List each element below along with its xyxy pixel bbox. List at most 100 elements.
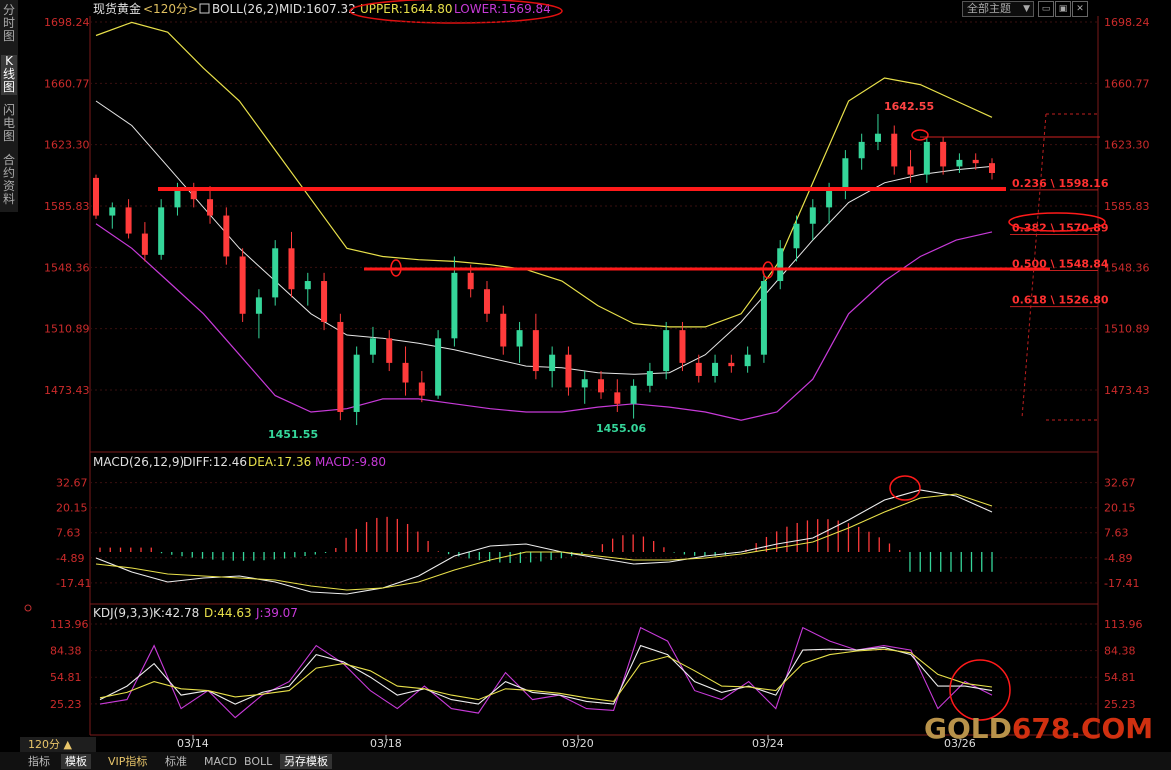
main-grid <box>90 21 1098 391</box>
kdj-k-line <box>99 644 993 705</box>
macd-tick-left: -4.89 <box>56 552 84 565</box>
price-tick-left: 1698.24 <box>44 16 90 29</box>
price-tick-left: 1585.83 <box>44 200 90 213</box>
candle-body <box>940 141 947 167</box>
macd-histogram <box>99 516 993 572</box>
candle-body <box>532 330 539 372</box>
minimize-icon[interactable]: ▭ <box>1038 1 1054 17</box>
theme-select-label: 全部主题 <box>967 2 1011 15</box>
macd-diff-line <box>95 489 993 595</box>
candle-body <box>760 281 767 355</box>
macd-dea-line <box>95 493 993 591</box>
instrument-name: 现货黄金 <box>93 1 141 16</box>
tab-template[interactable]: 模板 <box>61 754 91 769</box>
macd-tick-right: -4.89 <box>1104 552 1132 565</box>
main-axis-left: 1698.24 1660.77 1623.30 1585.83 1548.36 1510.… <box>44 16 90 397</box>
tab-save-template[interactable]: 另存模板 <box>280 754 332 769</box>
candle-body <box>712 362 719 376</box>
candle-body <box>679 330 686 363</box>
candle-body <box>353 354 360 412</box>
date-label: 03/24 <box>752 737 784 750</box>
macd-diff: DIFF:12.46 <box>183 455 247 469</box>
candle-body <box>369 338 376 355</box>
candle-body <box>891 133 898 167</box>
date-label: 03/20 <box>562 737 594 750</box>
close-icon[interactable]: ✕ <box>1072 1 1088 17</box>
kdj-d: D:44.63 <box>204 606 252 620</box>
low-price-label-1: 1451.55 <box>268 428 318 441</box>
kdj-settings-icon[interactable] <box>24 604 32 612</box>
macd-tick-left: 32.67 <box>56 477 88 490</box>
macd-tick-right: 32.67 <box>1104 477 1136 490</box>
candle-body <box>598 379 605 393</box>
low-price-label-2: 1455.06 <box>596 422 646 435</box>
candle-body <box>777 248 784 282</box>
bottom-tabbar: 指标 模板 VIP指标 标准 MACD BOLL 另存模板 <box>0 752 1171 770</box>
candle-body <box>549 354 556 372</box>
candle-body <box>663 330 670 372</box>
period-button[interactable]: 120分 ▲ <box>20 737 96 752</box>
kdj-tick-right: 25.23 <box>1104 698 1136 711</box>
macd-tick-right: -17.41 <box>1104 577 1139 590</box>
boll-lower-line <box>95 223 993 421</box>
candle-body <box>956 159 963 167</box>
price-tick-right: 1585.83 <box>1104 200 1150 213</box>
watermark-logo: GOLD678.COM <box>924 712 1154 745</box>
candle-body <box>418 382 425 396</box>
candle-body <box>500 313 507 347</box>
kdj-tick-left: 54.81 <box>50 671 82 684</box>
tab-boll[interactable]: BOLL <box>240 754 276 769</box>
candle-body <box>826 190 833 208</box>
candle-body <box>109 207 116 216</box>
macd-tick-left: -17.41 <box>56 577 91 590</box>
price-tick-right: 1510.89 <box>1104 323 1150 336</box>
candle-body <box>337 321 344 412</box>
price-tick-right: 1548.36 <box>1104 261 1150 274</box>
candle-body <box>451 272 458 339</box>
candle-body <box>223 215 230 257</box>
candle-body <box>483 289 490 314</box>
candle-body <box>288 248 295 290</box>
candle-body <box>907 166 914 175</box>
candle-body <box>141 233 148 255</box>
candle-body <box>467 272 474 290</box>
candle-body <box>809 207 816 224</box>
date-axis: 03/14 03/18 03/20 03/24 03/26 <box>177 735 976 750</box>
candle-body <box>386 338 393 363</box>
fib-level-label: 0.618 \ 1526.80 <box>1012 294 1109 307</box>
date-label: 03/14 <box>177 737 209 750</box>
tab-standard[interactable]: 标准 <box>161 754 191 769</box>
macd-dea: DEA:17.36 <box>248 455 311 469</box>
candle-body <box>842 158 849 191</box>
restore-icon[interactable]: ▣ <box>1055 1 1071 17</box>
macd-axis: 32.67 32.67 20.15 20.15 7.63 7.63 -4.89 -4.89 -1… <box>56 477 1139 590</box>
candle-body <box>321 281 328 322</box>
price-tick-left: 1623.30 <box>44 139 90 152</box>
fib-level-label: 0.236 \ 1598.16 <box>1012 177 1109 190</box>
macd-tick-left: 7.63 <box>56 527 81 540</box>
candle-body <box>174 189 181 208</box>
price-tick-right: 1660.77 <box>1104 77 1150 90</box>
high-price-label: 1642.55 <box>884 100 934 113</box>
macd-label: MACD(26,12,9) <box>93 455 184 469</box>
candle-body <box>695 362 702 376</box>
chart-frame <box>89 16 1099 736</box>
chevron-down-icon: ▼ <box>1023 4 1030 14</box>
price-tick-right: 1473.43 <box>1104 384 1150 397</box>
theme-select[interactable]: 全部主题 ▼ <box>962 1 1034 17</box>
price-tick-left: 1548.36 <box>44 261 90 274</box>
candle-body <box>923 141 930 175</box>
tab-indicator[interactable]: 指标 <box>24 754 54 769</box>
annotation-circle-kdj <box>949 659 1011 721</box>
kdj-j: J:39.07 <box>255 606 298 620</box>
tab-macd[interactable]: MACD <box>200 754 241 769</box>
candle-body <box>93 177 99 216</box>
candle-body <box>858 141 865 159</box>
candle-body <box>646 371 653 386</box>
candle-body <box>728 362 735 367</box>
kdj-tick-right: 54.81 <box>1104 671 1136 684</box>
tab-vip-indicator[interactable]: VIP指标 <box>104 754 151 769</box>
kdj-tick-left: 113.96 <box>50 618 89 631</box>
boll-mid: MID:1607.32 <box>279 2 356 16</box>
candle-body <box>989 163 995 173</box>
